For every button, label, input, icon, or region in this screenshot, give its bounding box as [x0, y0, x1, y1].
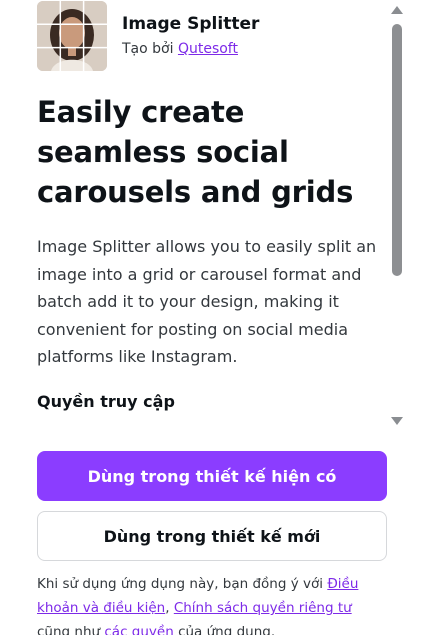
vertical-scrollbar[interactable] [389, 0, 405, 440]
scroll-down-arrow-icon[interactable] [391, 417, 403, 425]
privacy-policy-link[interactable]: Chính sách quyền riêng tư [174, 600, 352, 616]
use-in-existing-design-button[interactable]: Dùng trong thiết kế hiện có [37, 451, 387, 501]
use-in-new-design-button[interactable]: Dùng trong thiết kế mới [37, 511, 387, 561]
scroll-up-arrow-icon[interactable] [391, 6, 403, 14]
terms-prefix: Khi sử dụng ứng dụng này, bạn đồng ý với [37, 576, 324, 592]
app-thumbnail [37, 1, 107, 71]
app-description: Image Splitter allows you to easily spli… [37, 237, 377, 366]
app-name: Image Splitter [122, 14, 260, 34]
terms-suffix: của ứng dụng. [178, 624, 276, 635]
scrollbar-thumb[interactable] [392, 24, 402, 276]
page-title: Easily create seamless social carousels … [37, 95, 354, 209]
app-meta: Image Splitter Tạo bởi Qutesoft [122, 1, 259, 58]
app-permissions-link[interactable]: các quyền [104, 624, 173, 635]
portrait-grid-image [37, 1, 107, 71]
author-link[interactable]: Qutesoft [178, 41, 238, 57]
terms-notice: Khi sử dụng ứng dụng này, bạn đồng ý với… [37, 572, 387, 635]
app-header: Image Splitter Tạo bởi Qutesoft [37, 1, 259, 71]
permissions-heading: Quyền truy cập [37, 392, 175, 411]
terms-middle: cũng như [37, 624, 101, 635]
byline-prefix: Tạo bởi [122, 41, 174, 57]
app-details-scroll-area: Image Splitter Tạo bởi Qutesoft Easily c… [0, 0, 392, 440]
terms-separator: , [165, 600, 170, 616]
app-byline: Tạo bởi Qutesoft [122, 40, 259, 58]
